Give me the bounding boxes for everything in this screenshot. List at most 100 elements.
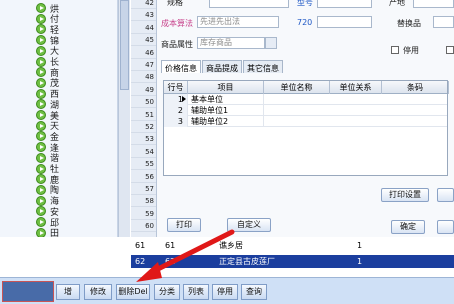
replace-label: 替换品 bbox=[397, 19, 421, 28]
tab-price[interactable]: 价格信息 bbox=[161, 60, 201, 73]
cost-method-select[interactable]: 先进先出法 bbox=[197, 16, 279, 28]
col-item: 项目 bbox=[188, 81, 264, 94]
add-button[interactable]: 增 bbox=[56, 284, 80, 300]
replace-field[interactable] bbox=[433, 16, 454, 28]
folder-play-icon bbox=[36, 163, 46, 174]
tab-other[interactable]: 其它信息 bbox=[243, 60, 283, 73]
folder-play-icon bbox=[36, 227, 46, 237]
print-settings-button[interactable]: 打印设置 bbox=[381, 188, 429, 202]
row-number: 57 bbox=[131, 184, 156, 195]
list-qty: 1 bbox=[357, 257, 363, 266]
place-label: 产地 bbox=[389, 0, 405, 7]
print-button[interactable]: 打印 bbox=[167, 218, 201, 232]
folder-play-icon bbox=[36, 120, 46, 131]
row-number: 48 bbox=[131, 72, 156, 84]
folder-play-icon bbox=[36, 35, 46, 46]
list-rownum: 62 bbox=[135, 257, 146, 266]
current-row-pointer bbox=[182, 96, 186, 102]
extra-checkbox[interactable] bbox=[446, 46, 454, 54]
place-field[interactable] bbox=[413, 0, 454, 8]
folder-play-icon bbox=[36, 131, 46, 142]
detail-tabs: 价格信息 商品提成 其它信息 bbox=[161, 60, 284, 73]
row-number: 55 bbox=[131, 159, 156, 171]
row-item: 辅助单位1 bbox=[191, 105, 264, 116]
row-num: 3 bbox=[164, 116, 188, 127]
folder-play-icon bbox=[36, 56, 46, 67]
row-number: 46 bbox=[131, 48, 156, 59]
list-name: 谯乡居 bbox=[219, 241, 243, 250]
folder-play-icon bbox=[36, 174, 46, 185]
row-number: 50 bbox=[131, 97, 156, 109]
row-number: 52 bbox=[131, 122, 156, 133]
query-button[interactable]: 查询 bbox=[241, 284, 267, 300]
tree-item[interactable]: 田 bbox=[36, 227, 59, 237]
tree-scrollbar[interactable] bbox=[118, 0, 130, 237]
spec-label: 规格 bbox=[167, 0, 183, 7]
grid-row[interactable]: 3 辅助单位2 bbox=[164, 116, 447, 127]
folder-play-icon bbox=[36, 110, 46, 120]
category-button[interactable]: 分类 bbox=[154, 284, 180, 300]
list-row-selected[interactable]: 62 62 正定县古皮莲厂 1 bbox=[131, 255, 454, 268]
category-tree[interactable]: 烘付轻锦大长商茂西湖美天金逢谐牡鹿陶海安邱田 bbox=[0, 0, 118, 237]
col-barcode: 条码 bbox=[382, 81, 449, 94]
col-unit-name: 单位名称 bbox=[264, 81, 330, 94]
cost-method-label: 成本算法 bbox=[161, 19, 193, 28]
row-num: 2 bbox=[164, 105, 188, 116]
folder-play-icon bbox=[36, 45, 46, 56]
folder-play-icon bbox=[36, 88, 46, 99]
row-number: 47 bbox=[131, 60, 156, 71]
model-field[interactable] bbox=[317, 0, 372, 8]
list-rownum: 61 bbox=[135, 241, 146, 250]
folder-play-icon bbox=[36, 24, 46, 35]
obscured-button[interactable] bbox=[2, 281, 54, 302]
folder-play-icon bbox=[36, 99, 46, 110]
custom-button[interactable]: 自定义 bbox=[227, 218, 271, 232]
folder-play-icon bbox=[36, 142, 46, 153]
row-number: 60 bbox=[131, 221, 156, 233]
code-partial: 720 bbox=[297, 18, 313, 27]
delete-button[interactable]: 删除Del bbox=[116, 284, 150, 300]
spec-field[interactable] bbox=[209, 0, 289, 8]
tab-commission[interactable]: 商品提成 bbox=[202, 60, 242, 73]
list-code: 62 bbox=[165, 257, 176, 266]
disable-checkbox[interactable] bbox=[391, 46, 399, 54]
folder-play-icon bbox=[36, 77, 46, 88]
grid-row[interactable]: 2 辅助单位1 bbox=[164, 105, 447, 116]
code-field[interactable] bbox=[317, 16, 372, 28]
folder-play-icon bbox=[36, 195, 46, 206]
folder-play-icon bbox=[36, 152, 46, 163]
row-number: 44 bbox=[131, 23, 156, 34]
list-code: 61 bbox=[165, 241, 176, 250]
folder-play-icon bbox=[36, 3, 46, 13]
grid-header: 行号 项目 单位名称 单位关系 条码 bbox=[164, 81, 449, 94]
row-number: 49 bbox=[131, 85, 156, 96]
attr-dropdown-button[interactable] bbox=[265, 37, 277, 49]
row-number: 51 bbox=[131, 110, 156, 121]
disable-button[interactable]: 停用 bbox=[212, 284, 238, 300]
folder-play-icon bbox=[36, 206, 46, 217]
extra-button-1[interactable] bbox=[437, 188, 454, 202]
row-number: 54 bbox=[131, 147, 156, 158]
folder-play-icon bbox=[36, 13, 46, 24]
folder-play-icon bbox=[36, 67, 46, 78]
col-rownum: 行号 bbox=[164, 81, 188, 94]
model-label: 型号 bbox=[297, 0, 313, 7]
scrollbar-thumb[interactable] bbox=[120, 0, 129, 90]
row-number: 59 bbox=[131, 209, 156, 220]
row-number: 45 bbox=[131, 35, 156, 47]
disable-label: 停用 bbox=[403, 46, 419, 55]
extra-button-2[interactable] bbox=[437, 220, 454, 234]
list-name: 正定县古皮莲厂 bbox=[219, 257, 275, 266]
attr-label: 商品属性 bbox=[161, 40, 193, 49]
row-number: 53 bbox=[131, 134, 156, 146]
edit-button[interactable]: 修改 bbox=[84, 284, 112, 300]
list-row[interactable]: 61 61 谯乡居 1 bbox=[131, 239, 454, 252]
unit-grid[interactable]: 行号 项目 单位名称 单位关系 条码 1 基本单位 2 辅助单位1 3 辅助单位… bbox=[163, 80, 449, 176]
grid-row[interactable]: 1 基本单位 bbox=[164, 94, 447, 105]
attr-select[interactable]: 库存商品 bbox=[197, 37, 265, 49]
list-view-button[interactable]: 列表 bbox=[183, 284, 209, 300]
row-number: 58 bbox=[131, 196, 156, 208]
ok-button[interactable]: 确定 bbox=[391, 220, 425, 234]
product-list[interactable]: 61 61 谯乡居 1 62 62 正定县古皮莲厂 1 bbox=[131, 237, 454, 277]
row-number: 42 bbox=[131, 0, 156, 9]
